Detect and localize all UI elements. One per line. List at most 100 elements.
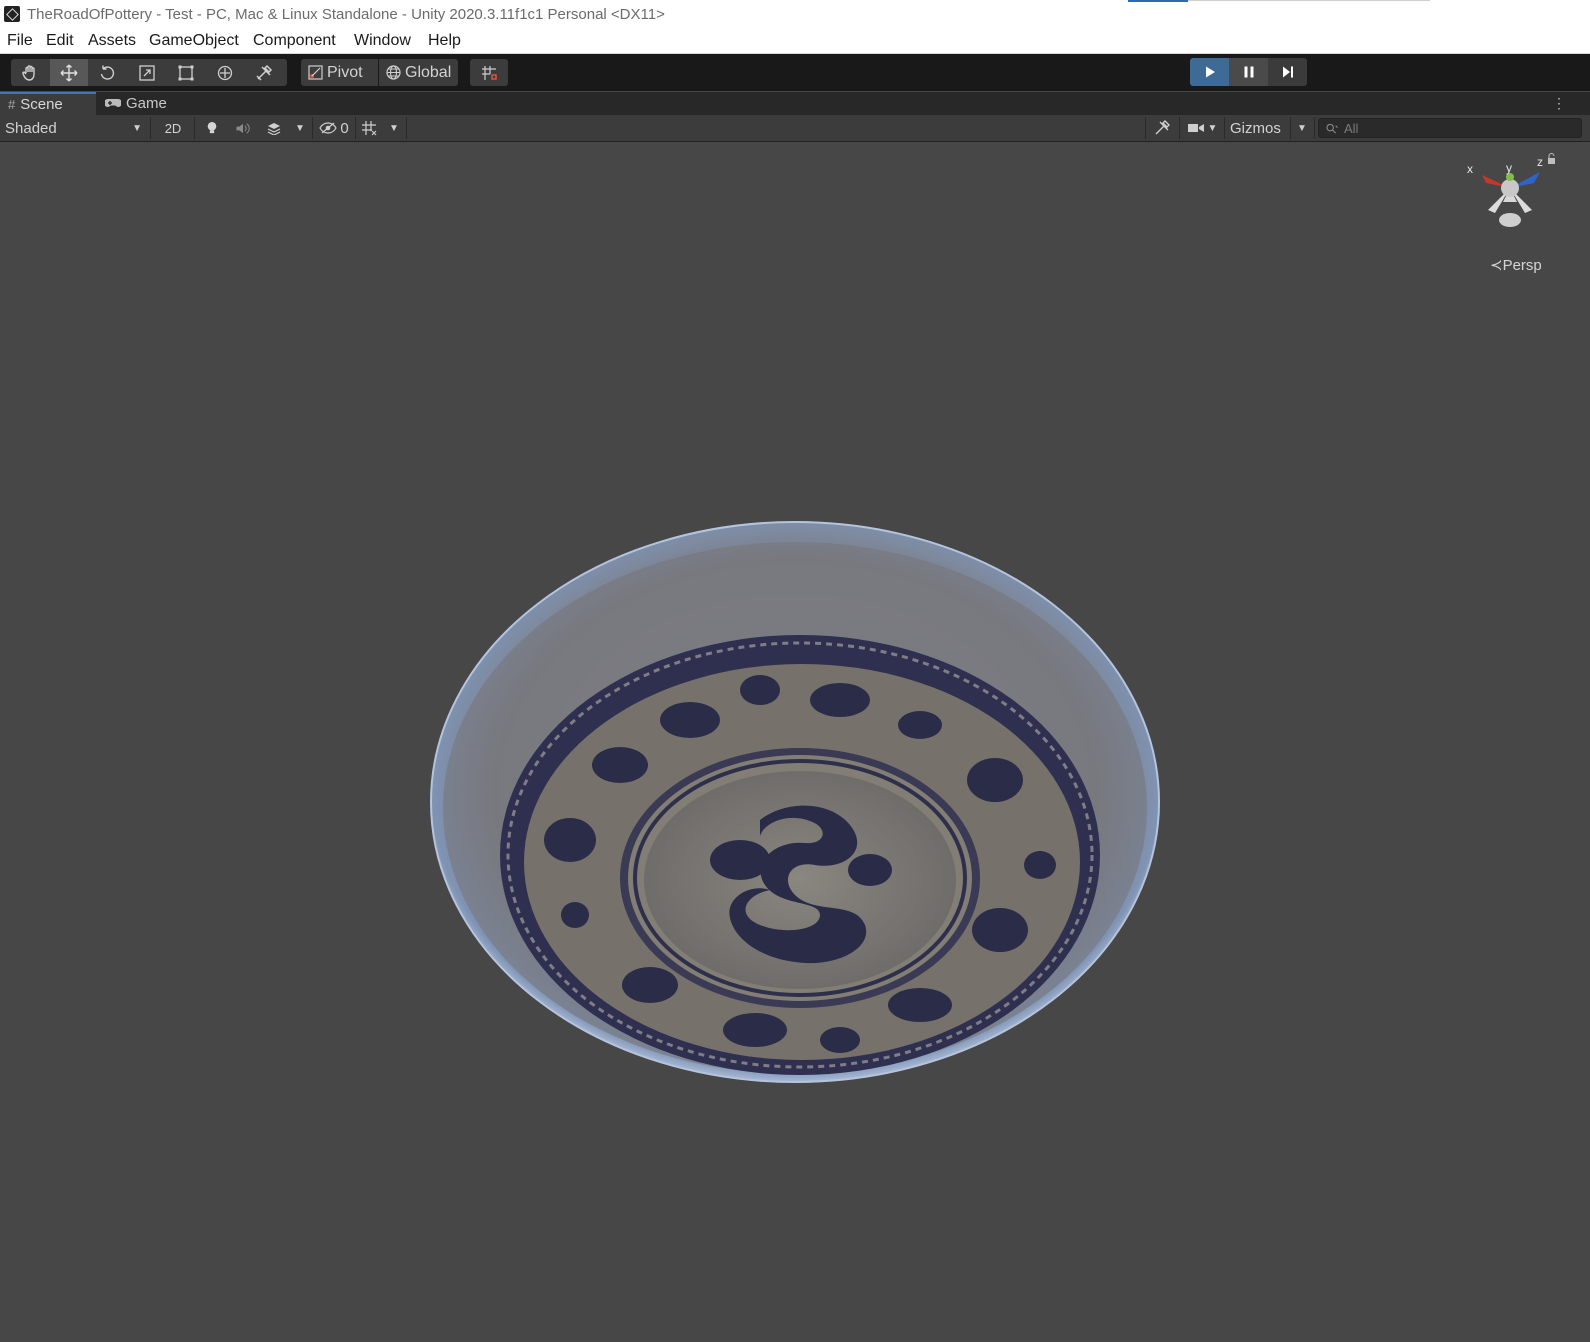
- divider: [355, 117, 356, 139]
- chevron-down-icon: ▼: [1207, 122, 1218, 134]
- effects-dropdown-chevron-icon[interactable]: ▼: [290, 115, 310, 141]
- play-icon: [1205, 66, 1215, 78]
- 2d-label: 2D: [164, 120, 182, 136]
- scene-viewport[interactable]: x y z ≺Persp: [0, 142, 1590, 1342]
- step-icon: [1282, 66, 1293, 78]
- divider: [312, 117, 313, 139]
- divider: [1314, 117, 1315, 139]
- divider: [1224, 117, 1225, 139]
- lighting-toggle-button[interactable]: [197, 115, 227, 141]
- effects-toggle-button[interactable]: [260, 115, 288, 141]
- global-toggle-button[interactable]: Global: [379, 59, 458, 86]
- divider: [150, 117, 151, 139]
- search-icon: [1326, 123, 1338, 133]
- tab-game[interactable]: Game: [104, 92, 195, 115]
- global-label: Global: [405, 63, 452, 81]
- camera-icon: [1187, 124, 1204, 132]
- play-button[interactable]: [1190, 58, 1229, 86]
- grid-snap-icon: [482, 65, 497, 80]
- 2d-toggle-button[interactable]: 2D: [155, 115, 191, 141]
- scene-search-field[interactable]: All: [1318, 118, 1582, 138]
- lock-icon[interactable]: [1548, 158, 1555, 164]
- projection-toggle[interactable]: ≺Persp: [1490, 256, 1542, 274]
- tab-game-label: Game: [126, 95, 167, 112]
- hand-tool-button[interactable]: [11, 59, 49, 86]
- divider: [1188, 0, 1430, 1]
- title-bar: TheRoadOfPottery - Test - PC, Mac & Linu…: [0, 0, 1590, 29]
- grid-dropdown-chevron-icon[interactable]: ▼: [384, 115, 404, 141]
- window-title: TheRoadOfPottery - Test - PC, Mac & Linu…: [27, 6, 665, 23]
- menu-assets[interactable]: Assets: [88, 32, 136, 50]
- gizmos-dropdown-chevron-icon[interactable]: ▼: [1292, 115, 1312, 141]
- gizmos-label: Gizmos: [1230, 119, 1281, 137]
- scale-tool-button[interactable]: [128, 59, 166, 86]
- grid-icon: [362, 121, 377, 136]
- more-options-icon[interactable]: ⋮: [1552, 95, 1566, 112]
- porcelain-dragon-plate[interactable]: [0, 142, 1590, 1342]
- pivot-icon: [308, 65, 323, 80]
- tab-scene-label: Scene: [20, 96, 63, 113]
- transform-tool-button[interactable]: [206, 59, 244, 86]
- shading-mode-dropdown[interactable]: Shaded ▼: [0, 115, 148, 141]
- orientation-gizmo[interactable]: x y z: [1462, 150, 1572, 245]
- step-button[interactable]: [1268, 58, 1307, 86]
- projection-label: Persp: [1502, 257, 1542, 274]
- menu-edit[interactable]: Edit: [46, 32, 74, 50]
- grid-snap-button[interactable]: [470, 59, 508, 86]
- menu-help[interactable]: Help: [428, 32, 461, 50]
- move-tool-button[interactable]: [50, 59, 88, 86]
- divider: [406, 117, 407, 139]
- perspective-icon: ≺: [1490, 257, 1503, 274]
- menu-component[interactable]: Component: [253, 32, 336, 50]
- scene-grid-icon: #: [8, 97, 16, 112]
- taskbar-focus-indicator: [1128, 0, 1188, 2]
- gamepad-icon: [104, 96, 122, 111]
- rotate-tool-button[interactable]: [89, 59, 127, 86]
- light-bulb-icon: [207, 122, 217, 134]
- hidden-count: 0: [340, 119, 349, 137]
- divider: [1290, 117, 1291, 139]
- layers-effects-icon: [267, 123, 281, 135]
- divider: [1145, 117, 1146, 139]
- rect-tool-button[interactable]: [167, 59, 205, 86]
- scene-view-toolbar: Shaded ▼ 2D ▼ 0 ▼ ▼ Gizmos ▼ All: [0, 115, 1590, 142]
- chevron-down-icon: ▼: [132, 122, 142, 134]
- axis-neg-y-cap: [1499, 213, 1521, 227]
- divider: [1179, 117, 1180, 139]
- menu-gameobject[interactable]: GameObject: [149, 32, 239, 50]
- view-tab-bar: # Scene Game ⋮: [0, 92, 1590, 115]
- tab-scene[interactable]: # Scene: [0, 92, 96, 115]
- gizmos-toggle-button[interactable]: Gizmos: [1226, 115, 1288, 141]
- shading-mode-value: Shaded: [5, 119, 57, 137]
- divider: [194, 117, 195, 139]
- axis-z-label: z: [1537, 155, 1543, 169]
- pause-icon: [1244, 66, 1253, 78]
- axis-y-label: y: [1506, 161, 1512, 175]
- camera-settings-button[interactable]: ▼: [1182, 115, 1222, 141]
- menu-window[interactable]: Window: [354, 32, 411, 50]
- search-placeholder: All: [1344, 120, 1359, 136]
- move-icon: [60, 64, 78, 81]
- transform-icon: [217, 65, 233, 80]
- axis-x-label: x: [1467, 162, 1473, 176]
- eye-hidden-icon: [319, 122, 338, 134]
- tools-icon: [1155, 120, 1170, 135]
- audio-toggle-button[interactable]: [228, 115, 258, 141]
- custom-tool-button[interactable]: [245, 59, 283, 86]
- transform-tool-group: [11, 59, 287, 86]
- gizmo-center-cube[interactable]: [1501, 179, 1519, 197]
- speaker-icon: [236, 122, 250, 134]
- hand-icon: [22, 64, 35, 81]
- menu-file[interactable]: File: [7, 32, 33, 50]
- main-toolbar: Pivot Global: [0, 54, 1590, 91]
- pause-button[interactable]: [1229, 58, 1268, 86]
- hidden-objects-toggle[interactable]: 0: [315, 115, 353, 141]
- menu-bar: File Edit Assets GameObject Component Wi…: [0, 29, 1590, 54]
- grid-toggle-button[interactable]: [357, 115, 381, 141]
- tools-icon: [256, 64, 273, 81]
- rotate-icon: [100, 65, 115, 80]
- globe-icon: [386, 65, 401, 80]
- pivot-toggle-button[interactable]: Pivot: [301, 59, 378, 86]
- scale-icon: [139, 64, 155, 81]
- scene-tools-button[interactable]: [1147, 115, 1177, 141]
